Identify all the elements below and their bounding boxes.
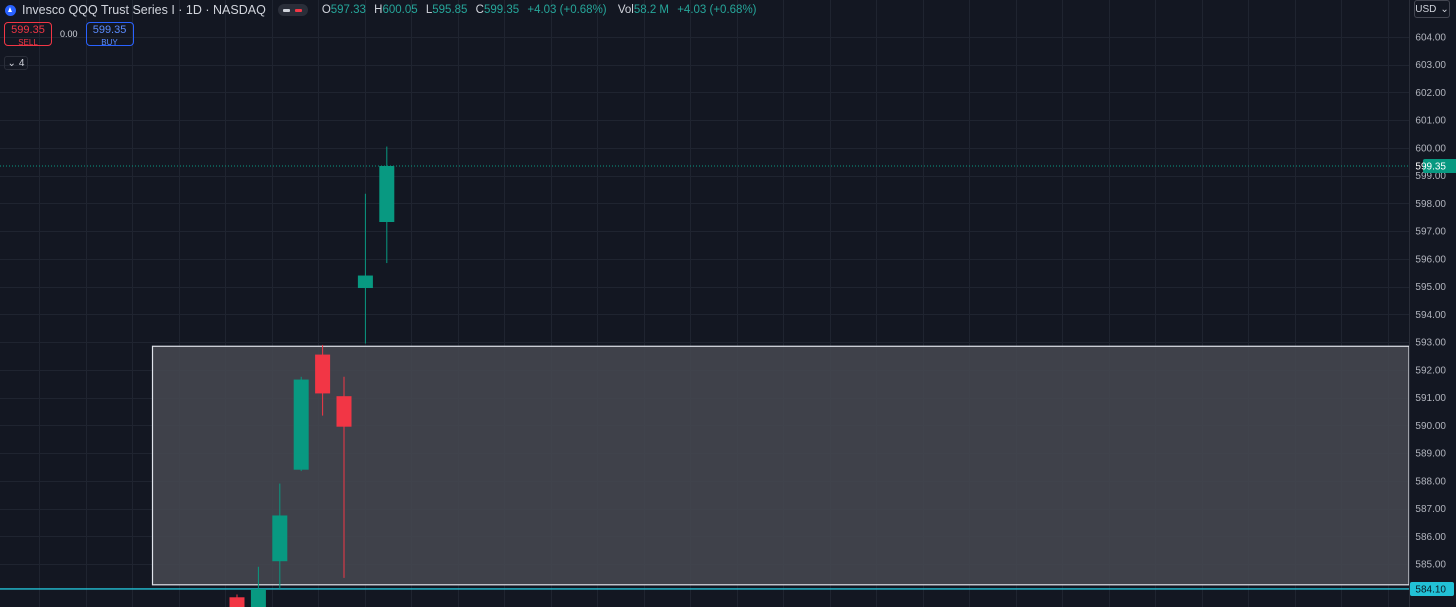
- last-price-badge: 599.35: [1415, 158, 1456, 173]
- support-price-badge: 584.10: [1410, 581, 1454, 596]
- close-value: 599.35: [483, 4, 520, 16]
- low-value: 595.85: [432, 4, 468, 16]
- high-value: 600.05: [382, 4, 418, 16]
- candle-body[interactable]: [379, 165, 395, 223]
- price-tick-label: 585.00: [1415, 559, 1446, 570]
- price-tick-label: 588.00: [1415, 476, 1446, 487]
- open-label: O: [321, 4, 331, 16]
- change-value: +4.03 (+0.68%): [527, 4, 607, 16]
- open-value: 597.33: [330, 4, 366, 16]
- price-tick-label: 593.00: [1415, 338, 1446, 349]
- price-tick-label: 596.00: [1415, 254, 1446, 265]
- ohlc-legend: O597.33 H600.05 L595.85 C599.35 +4.03 (+…: [322, 4, 765, 16]
- sell-label: SELL: [18, 38, 38, 47]
- price-tick-label: 603.00: [1415, 60, 1446, 71]
- price-tick-label: 587.00: [1415, 504, 1446, 515]
- price-tick-label: 604.00: [1415, 33, 1446, 44]
- symbol-title[interactable]: Invesco QQQ Trust Series I · 1D · NASDAQ: [22, 3, 266, 17]
- sell-price: 599.35: [11, 24, 45, 36]
- candle[interactable]: [229, 594, 245, 607]
- candle-body[interactable]: [272, 515, 288, 562]
- currency-button[interactable]: USD ⌄: [1414, 0, 1450, 18]
- price-tick-label: 592.00: [1415, 365, 1446, 376]
- spread-value: 0.00: [60, 29, 78, 39]
- currency-label: USD: [1415, 3, 1437, 15]
- volume-value: 58.2 M: [633, 4, 670, 16]
- price-tick-label: 594.00: [1415, 310, 1446, 321]
- last-price-label: 599.35: [1415, 161, 1446, 172]
- volume-label: Vol: [617, 4, 634, 16]
- price-chart[interactable]: 585.00 586.00 587.00 588.00 589.00 590.00 591.…: [0, 0, 1456, 607]
- close-label: C: [475, 4, 484, 16]
- zone-rectangle[interactable]: [151, 345, 1410, 586]
- buy-label: BUY: [101, 38, 118, 47]
- price-tick-label: 595.00: [1415, 282, 1446, 293]
- price-tick-label: 600.00: [1415, 143, 1446, 154]
- candle-body[interactable]: [250, 588, 266, 607]
- visibility-toggle-icon[interactable]: [277, 4, 308, 16]
- chevron-down-icon: ⌄: [1440, 3, 1449, 15]
- price-zone[interactable]: [151, 345, 1410, 586]
- price-tick-label: 597.00: [1415, 227, 1446, 238]
- chevron-down-icon: ⌄: [7, 57, 16, 69]
- price-tick-label: 602.00: [1415, 88, 1446, 99]
- indicator-count: 4: [18, 57, 25, 69]
- candle[interactable]: [357, 193, 373, 344]
- support-price-label: 584.10: [1415, 584, 1446, 595]
- sell-button[interactable]: 599.35 SELL: [4, 22, 52, 47]
- candle-body[interactable]: [229, 597, 245, 607]
- price-tick-label: 590.00: [1415, 421, 1446, 432]
- invesco-logo-icon: [5, 4, 16, 16]
- candle[interactable]: [379, 146, 395, 264]
- price-tick-label: 601.00: [1415, 116, 1446, 127]
- buy-button[interactable]: 599.35 BUY: [85, 22, 134, 47]
- price-tick-label: 589.00: [1415, 449, 1446, 460]
- trade-panel: 599.35 SELL 0.00 599.35 BUY: [4, 22, 134, 47]
- price-tick-label: 591.00: [1415, 393, 1446, 404]
- price-tick-label: 586.00: [1415, 532, 1446, 543]
- candle-body[interactable]: [336, 396, 352, 427]
- symbol-header: Invesco QQQ Trust Series I · 1D · NASDAQ…: [0, 0, 765, 20]
- volume-change-value: +4.03 (+0.68%): [677, 4, 757, 16]
- candle[interactable]: [293, 376, 309, 472]
- candle-body[interactable]: [293, 379, 309, 470]
- buy-price: 599.35: [92, 24, 127, 36]
- candle-body[interactable]: [357, 275, 373, 289]
- candle-body[interactable]: [315, 354, 331, 394]
- price-axis[interactable]: 585.00 586.00 587.00 588.00 589.00 590.00 591.…: [1409, 0, 1456, 607]
- price-tick-label: 598.00: [1415, 199, 1446, 210]
- indicators-toggle-button[interactable]: ⌄ 4: [4, 56, 28, 70]
